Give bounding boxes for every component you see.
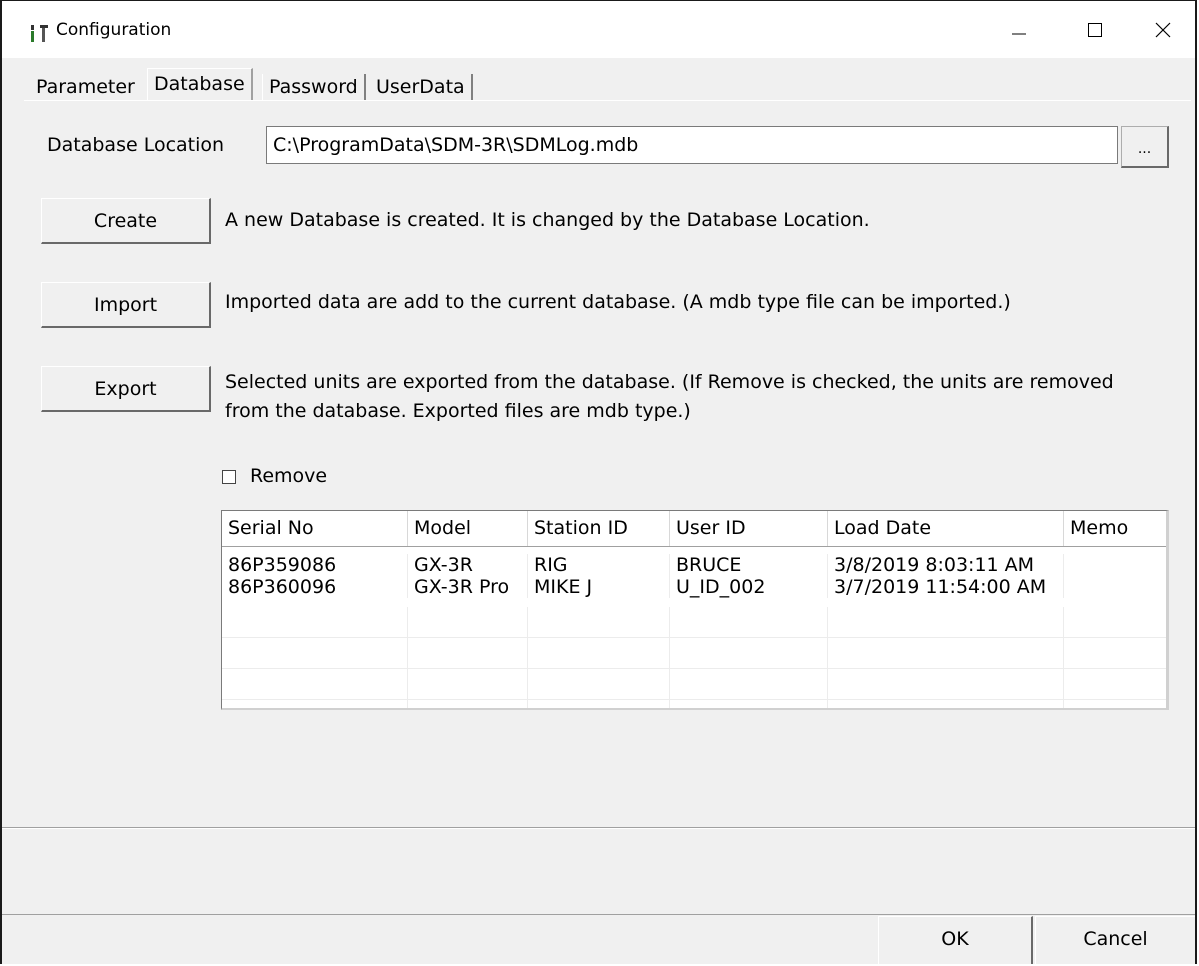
tab-password[interactable]: Password <box>262 74 366 100</box>
table-cell <box>670 669 828 700</box>
table-cell <box>1064 554 1166 576</box>
import-button[interactable]: Import <box>41 282 211 328</box>
minimize-icon <box>1011 22 1027 38</box>
title-bar: Configuration <box>2 1 1195 58</box>
table-cell <box>528 638 670 669</box>
dialog-separator-highlight <box>2 828 1195 829</box>
header-divider <box>222 546 1166 547</box>
close-icon <box>1155 22 1171 38</box>
empty-table-row[interactable] <box>222 607 1166 638</box>
table-cell: GX-3R Pro <box>408 576 528 598</box>
import-description: Imported data are add to the current dat… <box>225 291 1011 313</box>
table-cell <box>408 669 528 700</box>
table-cell: U_ID_002 <box>670 576 828 598</box>
table-cell: 86P359086 <box>222 554 408 576</box>
table-row[interactable]: 86P359086 GX-3R RIG BRUCE 3/8/2019 8:03:11 A… <box>222 554 1166 576</box>
table-cell <box>222 669 408 700</box>
table-cell <box>222 700 408 708</box>
window-title: Configuration <box>56 20 172 40</box>
table-header: Serial No Model Station ID User ID Load … <box>222 511 1166 546</box>
table-cell: GX-3R <box>408 554 528 576</box>
column-header-load-date[interactable]: Load Date <box>828 511 1064 546</box>
export-description-line-1: Selected units are exported from the dat… <box>225 371 1114 393</box>
minimize-button[interactable] <box>990 1 1048 58</box>
table-cell <box>222 638 408 669</box>
table-body: 86P359086 GX-3R RIG BRUCE 3/8/2019 8:03:11 A… <box>222 554 1166 708</box>
units-table[interactable]: Serial No Model Station ID User ID Load … <box>221 510 1169 710</box>
export-button[interactable]: Export <box>41 366 211 412</box>
table-cell <box>1064 607 1166 638</box>
tab-database[interactable]: Database <box>147 68 253 100</box>
remove-checkbox[interactable] <box>222 470 236 484</box>
table-cell <box>670 638 828 669</box>
tools-icon <box>28 22 50 44</box>
table-cell: 3/7/2019 11:54:00 AM <box>828 576 1064 598</box>
empty-table-row[interactable] <box>222 638 1166 669</box>
table-cell: MIKE J <box>528 576 670 598</box>
maximize-button[interactable] <box>1066 1 1124 58</box>
column-header-serial-no[interactable]: Serial No <box>222 511 408 546</box>
database-location-field[interactable]: C:\ProgramData\SDM-3R\SDMLog.mdb <box>266 126 1118 164</box>
remove-label: Remove <box>250 465 328 487</box>
table-cell: 86P360096 <box>222 576 408 598</box>
table-row[interactable]: 86P360096 GX-3R Pro MIKE J U_ID_002 3/7/2019… <box>222 576 1166 598</box>
cancel-button[interactable]: Cancel <box>1035 916 1195 964</box>
table-cell <box>828 700 1064 708</box>
table-cell <box>1064 669 1166 700</box>
table-cell: BRUCE <box>670 554 828 576</box>
table-cell <box>670 607 828 638</box>
table-cell <box>1064 700 1166 708</box>
column-header-user-id[interactable]: User ID <box>670 511 828 546</box>
create-button[interactable]: Create <box>41 198 211 244</box>
database-location-label: Database Location <box>47 134 225 156</box>
table-cell <box>528 669 670 700</box>
empty-table-row[interactable] <box>222 669 1166 700</box>
table-cell <box>828 669 1064 700</box>
column-header-model[interactable]: Model <box>408 511 528 546</box>
footer-divider <box>2 914 1195 915</box>
table-cell <box>408 638 528 669</box>
maximize-icon <box>1087 22 1103 38</box>
table-cell <box>528 700 670 708</box>
ok-button[interactable]: OK <box>878 916 1033 964</box>
tab-parameter[interactable]: Parameter <box>30 74 141 100</box>
browse-button[interactable]: ... <box>1121 126 1169 168</box>
create-description: A new Database is created. It is changed… <box>225 209 870 231</box>
table-cell <box>408 607 528 638</box>
table-cell: 3/8/2019 8:03:11 AM <box>828 554 1064 576</box>
tab-userdata[interactable]: UserData <box>370 74 473 100</box>
column-header-memo[interactable]: Memo <box>1064 511 1166 546</box>
table-cell <box>670 700 828 708</box>
table-cell <box>222 607 408 638</box>
empty-table-row[interactable] <box>222 700 1166 708</box>
table-cell <box>1064 576 1166 598</box>
table-cell <box>828 638 1064 669</box>
export-description-line-2: from the database. Exported files are md… <box>225 400 691 422</box>
table-cell <box>408 700 528 708</box>
close-button[interactable] <box>1134 1 1192 58</box>
table-cell: RIG <box>528 554 670 576</box>
column-header-station-id[interactable]: Station ID <box>528 511 670 546</box>
table-cell <box>828 607 1064 638</box>
table-cell <box>1064 638 1166 669</box>
table-cell <box>528 607 670 638</box>
